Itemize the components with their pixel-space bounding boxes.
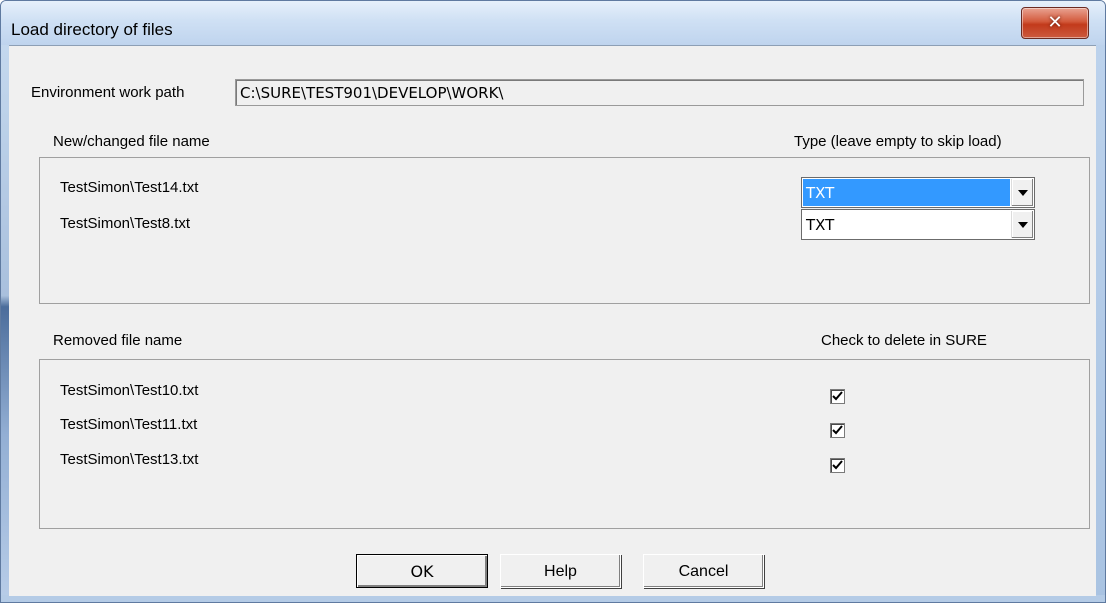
cancel-button[interactable]: Cancel bbox=[643, 554, 764, 588]
removed-files-group: TestSimon\Test10.txt TestSimon\Test11.tx… bbox=[39, 359, 1090, 529]
title-bar[interactable]: Load directory of files ✕ bbox=[1, 1, 1105, 45]
type-dropdown[interactable]: TXT bbox=[801, 177, 1035, 208]
type-header: Type (leave empty to skip load) bbox=[794, 133, 1002, 150]
ok-button[interactable]: OK bbox=[356, 554, 488, 588]
checkmark-icon bbox=[832, 391, 843, 401]
removed-file-name: TestSimon\Test11.txt bbox=[60, 416, 198, 433]
window-frame-right bbox=[1096, 45, 1105, 602]
delete-checkbox[interactable] bbox=[830, 423, 845, 438]
chevron-down-icon[interactable] bbox=[1011, 179, 1033, 206]
chevron-down-icon[interactable] bbox=[1011, 211, 1033, 238]
checkmark-icon bbox=[832, 460, 843, 470]
dialog-window: Load directory of files ✕ Environment wo… bbox=[0, 0, 1106, 603]
removed-file-name-header: Removed file name bbox=[53, 332, 183, 349]
delete-checkbox[interactable] bbox=[830, 458, 845, 473]
removed-file-name: TestSimon\Test10.txt bbox=[60, 382, 199, 399]
help-button[interactable]: Help bbox=[500, 554, 621, 588]
close-icon: ✕ bbox=[1047, 12, 1063, 33]
changed-file-name: TestSimon\Test8.txt bbox=[60, 215, 191, 232]
close-button[interactable]: ✕ bbox=[1021, 7, 1089, 39]
changed-file-name: TestSimon\Test14.txt bbox=[60, 179, 199, 196]
changed-file-name-header: New/changed file name bbox=[53, 133, 210, 150]
window-title: Load directory of files bbox=[11, 20, 173, 39]
delete-check-header: Check to delete in SURE bbox=[821, 332, 987, 349]
type-dropdown[interactable]: TXT bbox=[801, 209, 1035, 240]
type-dropdown-value: TXT bbox=[803, 179, 1010, 206]
checkmark-icon bbox=[832, 425, 843, 435]
window-frame-left bbox=[1, 45, 9, 602]
removed-file-name: TestSimon\Test13.txt bbox=[60, 451, 199, 468]
env-path-field[interactable]: C:\SURE\TEST901\DEVELOP\WORK\ bbox=[235, 79, 1084, 106]
env-path-label: Environment work path bbox=[31, 84, 185, 101]
changed-files-group: TestSimon\Test14.txt TXT TestSimon\Test8… bbox=[39, 157, 1090, 304]
window-frame-bottom bbox=[1, 595, 1105, 602]
delete-checkbox[interactable] bbox=[830, 389, 845, 404]
dialog-body: Environment work path C:\SURE\TEST901\DE… bbox=[9, 45, 1096, 596]
type-dropdown-value: TXT bbox=[806, 216, 835, 234]
